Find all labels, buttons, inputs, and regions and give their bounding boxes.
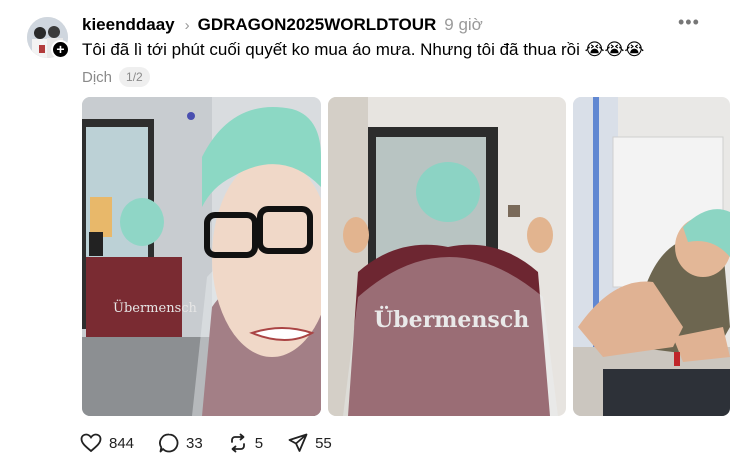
action-bar: 844 33 5 55	[80, 433, 357, 453]
shirt-print-text: Übermensch	[113, 299, 198, 316]
community-link[interactable]: GDRAGON2025WORLDTOUR	[198, 15, 437, 35]
heart-icon	[80, 433, 102, 453]
page-indicator: 1/2	[119, 67, 150, 87]
share-count: 55	[315, 434, 332, 452]
translate-button[interactable]: Dịch	[82, 69, 112, 86]
comment-icon	[159, 433, 179, 453]
chevron-right-icon: ›	[184, 16, 190, 34]
repost-icon	[230, 433, 245, 453]
post-photo-1[interactable]: Übermensch	[82, 97, 321, 416]
repost-button[interactable]: 5	[228, 433, 263, 453]
post-header: kieenddaay › GDRAGON2025WORLDTOUR 9 giờ	[82, 14, 483, 36]
translate-row: Dịch 1/2	[82, 67, 150, 87]
username-link[interactable]: kieenddaay	[82, 15, 175, 35]
post-photo-3[interactable]	[573, 97, 730, 416]
comment-button[interactable]: 33	[159, 433, 203, 453]
comment-count: 33	[186, 434, 203, 452]
repost-count: 5	[254, 434, 264, 452]
share-button[interactable]: 55	[288, 433, 332, 453]
shirt-print-text: Übermensch	[374, 305, 529, 333]
follow-plus-icon[interactable]: +	[51, 40, 70, 59]
like-count: 844	[109, 434, 135, 452]
like-button[interactable]: 844	[80, 433, 134, 453]
share-icon	[288, 433, 308, 452]
more-icon[interactable]: •••	[678, 12, 700, 33]
post-time: 9 giờ	[444, 15, 483, 34]
post-photo-2[interactable]: Übermensch	[328, 97, 566, 416]
post-text: Tôi đã lì tới phút cuối quyết ko mua áo …	[82, 40, 645, 59]
